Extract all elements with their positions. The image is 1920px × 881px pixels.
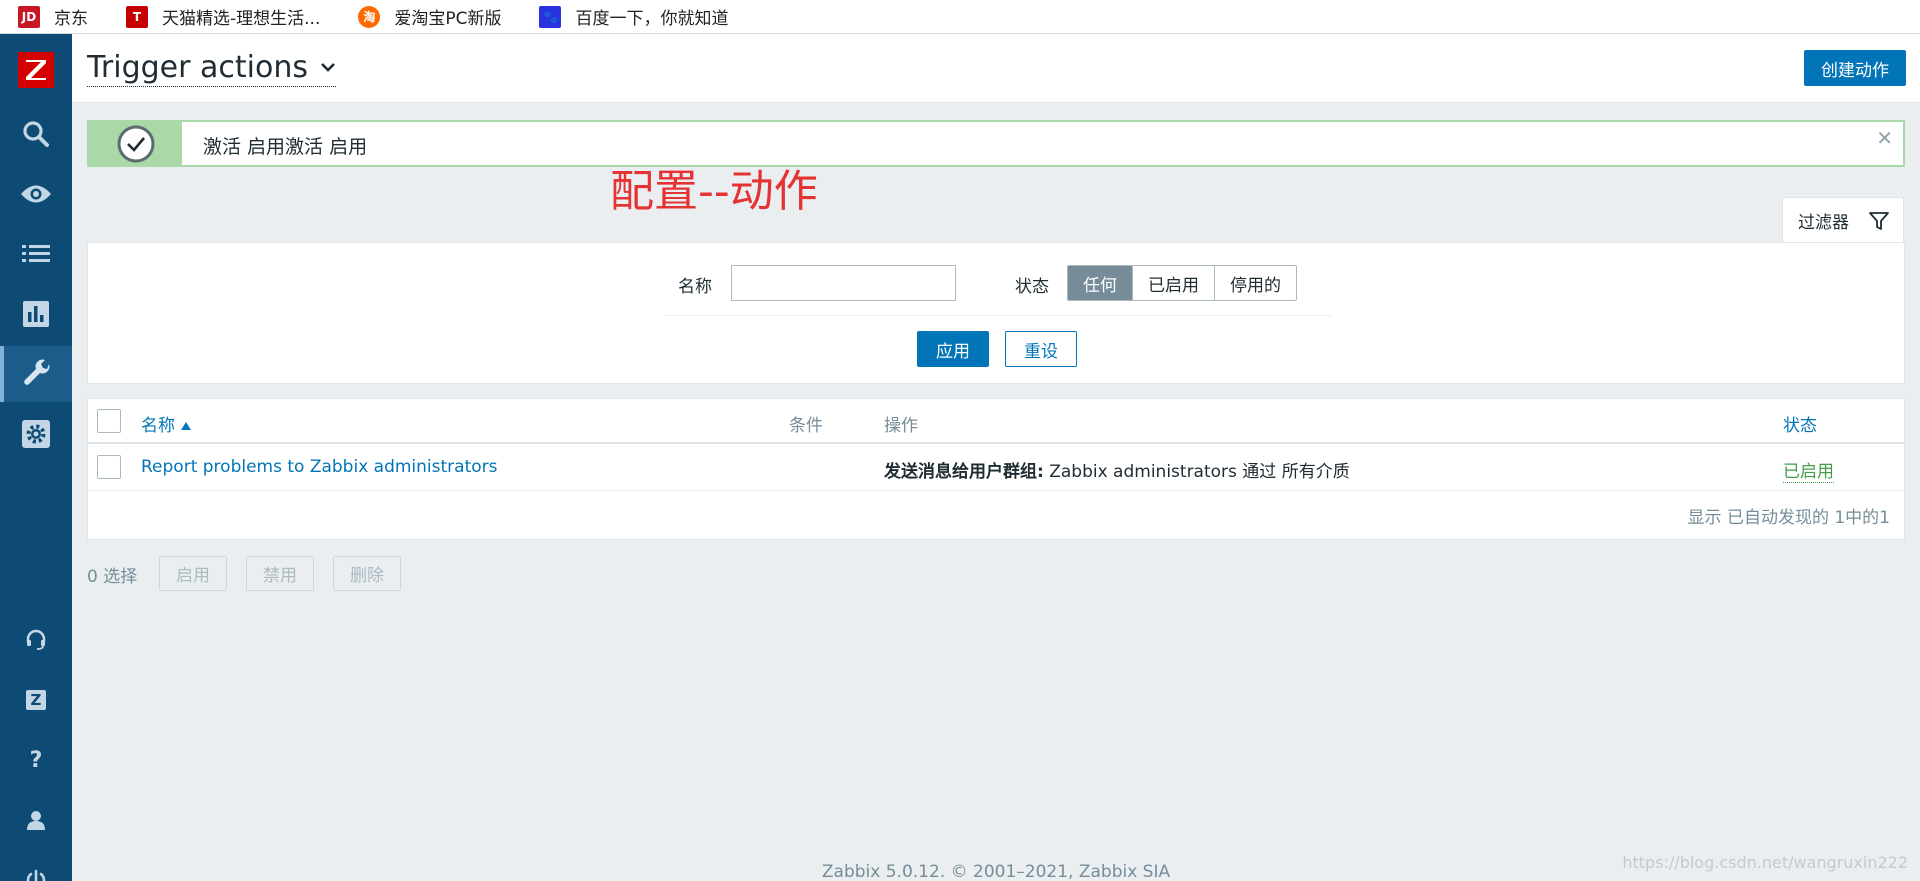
configuration-wrench-icon[interactable] [0, 346, 72, 402]
bookmarks-bar: JD 京东 T 天猫精选-理想生活... 淘 爱淘宝PC新版 🐾 百度一下，你就… [0, 0, 1920, 34]
create-action-button[interactable]: 创建动作 [1804, 50, 1906, 86]
filter-divider [665, 315, 1331, 316]
row-checkbox[interactable] [97, 455, 121, 479]
help-label: ? [29, 747, 43, 773]
search-icon[interactable] [0, 106, 72, 162]
mass-delete-button[interactable]: 删除 [333, 556, 401, 591]
success-icon-box [89, 122, 182, 165]
mass-enable-button[interactable]: 启用 [159, 556, 227, 591]
zabbix-logo[interactable] [18, 52, 54, 88]
jd-icon: JD [18, 5, 40, 28]
annotation-text: 配置--动作 [610, 166, 818, 217]
filter-tab-label: 过滤器 [1798, 213, 1849, 233]
filter-funnel-icon [1869, 211, 1889, 230]
action-status-link[interactable]: 已启用 [1783, 457, 1834, 483]
operation-prefix: 发送消息给用户群组: [884, 462, 1044, 482]
bookmark-label: 百度一下，你就知道 [575, 9, 729, 29]
status-option-enabled[interactable]: 已启用 [1133, 266, 1215, 300]
name-filter-input[interactable] [731, 265, 956, 301]
success-message: 激活 启用激活 启用 ✕ [87, 120, 1905, 167]
monitoring-eye-icon[interactable] [0, 166, 72, 222]
zabbix-share-icon[interactable]: Z [0, 672, 72, 728]
bookmark-label: 爱淘宝PC新版 [394, 9, 502, 29]
support-headset-icon[interactable] [0, 612, 72, 668]
action-name-link[interactable]: Report problems to Zabbix administrators [141, 457, 498, 477]
status-option-any[interactable]: 任何 [1068, 266, 1133, 300]
zabbix-share-label: Z [26, 690, 46, 710]
check-circle-icon [117, 125, 154, 162]
administration-gear-icon[interactable] [0, 406, 72, 462]
bookmark-baidu[interactable]: 🐾 百度一下，你就知道 [539, 4, 728, 29]
actions-table: 名称 条件 操作 状态 Report problems to Zabbix ad… [87, 398, 1905, 540]
paging-info: 显示 已自动发现的 1中的1 [1687, 508, 1890, 528]
aitaobao-icon: 淘 [358, 5, 381, 28]
table-row: Report problems to Zabbix administrators… [88, 445, 1904, 491]
status-option-disabled[interactable]: 停用的 [1215, 266, 1296, 300]
page-title: Trigger actions [87, 50, 308, 85]
column-status-header[interactable]: 状态 [1783, 411, 1817, 436]
operation-text: Zabbix administrators 通过 所有介质 [1049, 462, 1350, 482]
close-icon[interactable]: ✕ [1876, 126, 1893, 150]
page-header: Trigger actions 创建动作 [72, 34, 1920, 103]
message-text: 激活 启用激活 启用 [203, 136, 368, 158]
column-name-label: 名称 [141, 416, 175, 436]
bookmark-label: 天猫精选-理想生活... [162, 9, 321, 29]
sign-out-icon[interactable] [0, 852, 72, 881]
filter-tab[interactable]: 过滤器 [1782, 197, 1904, 243]
filter-panel: 名称 状态 任何 已启用 停用的 应用 重设 [87, 242, 1905, 384]
status-filter-label: 状态 [1015, 277, 1049, 297]
name-filter-label: 名称 [678, 277, 712, 297]
select-all-checkbox[interactable] [97, 409, 121, 433]
tmall-icon: T [126, 5, 148, 28]
watermark: https://blog.csdn.net/wangruxin222 [1622, 853, 1908, 872]
apply-button[interactable]: 应用 [917, 331, 989, 367]
status-segmented-control: 任何 已启用 停用的 [1067, 265, 1297, 301]
column-name-header[interactable]: 名称 [141, 411, 192, 436]
bookmark-jd[interactable]: JD 京东 [18, 4, 88, 29]
action-operations: 发送消息给用户群组: Zabbix administrators 通过 所有介质 [884, 457, 1350, 482]
bookmark-aitaobao[interactable]: 淘 爱淘宝PC新版 [358, 4, 501, 29]
user-profile-icon[interactable] [0, 792, 72, 848]
reports-chart-icon[interactable] [0, 286, 72, 342]
inventory-list-icon[interactable] [0, 226, 72, 282]
baidu-icon: 🐾 [539, 5, 562, 28]
page-title-dropdown[interactable]: Trigger actions [87, 50, 336, 87]
table-header: 名称 条件 操作 状态 [88, 399, 1904, 444]
sidebar: Z ? [0, 34, 72, 881]
bookmark-tmall[interactable]: T 天猫精选-理想生活... [126, 4, 320, 29]
zabbix-logo-icon [26, 60, 46, 80]
help-icon[interactable]: ? [0, 732, 72, 788]
sort-ascending-icon [181, 422, 192, 430]
selected-count: 0 选择 [87, 567, 138, 587]
column-operations-header: 操作 [884, 416, 918, 436]
chevron-down-icon [321, 63, 335, 72]
reset-button[interactable]: 重设 [1005, 331, 1077, 367]
column-conditions-header: 条件 [789, 416, 823, 436]
bookmark-label: 京东 [54, 9, 88, 29]
mass-disable-button[interactable]: 禁用 [246, 556, 314, 591]
